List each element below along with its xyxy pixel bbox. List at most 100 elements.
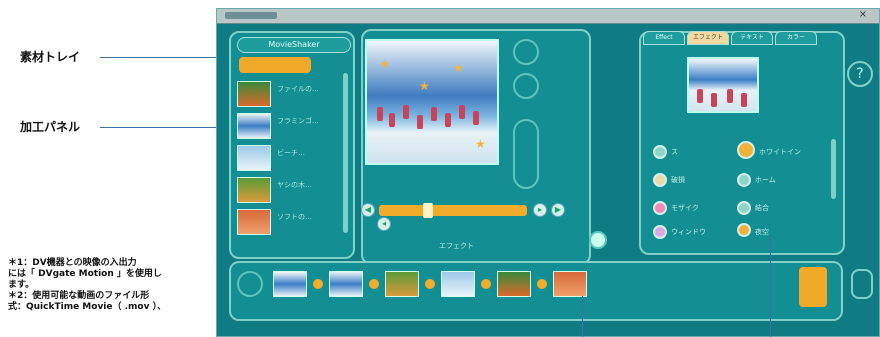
storyboard-clip[interactable] [273,271,307,297]
tray-item[interactable]: ビーチ… [237,145,345,173]
storyboard-end-button[interactable] [799,267,827,307]
star-icon: ★ [475,137,486,151]
tray-item[interactable]: ヤシの木… [237,177,345,205]
tray-scrollbar[interactable] [343,73,348,233]
tray-tab[interactable]: MovieShaker [237,37,351,53]
callout-material-tray: 素材トレイ [20,50,81,64]
star-icon: ★ [419,79,430,93]
storyboard-start-icon[interactable] [237,271,263,297]
tray-item-label: ヤシの木… [277,181,312,189]
flamingo [403,105,409,119]
tray-item-label: ソフトの… [277,213,312,221]
tray-open-button[interactable] [239,57,311,73]
thumbnail [237,177,271,203]
effect-label: 夜空 [755,228,769,236]
effect-label: ウィンドウ [671,228,706,236]
storyboard-clip[interactable] [329,271,363,297]
star-icon: ★ [379,57,390,71]
tab-text[interactable]: テキスト [731,31,773,45]
storyboard [229,261,843,321]
transition-icon[interactable] [537,279,547,289]
app-icon [225,12,277,19]
edit-panel-scrollbar[interactable] [831,139,836,199]
deco-dial [513,73,539,99]
flamingo [473,111,479,125]
footnote-line: ＊2：使用可能な動画のファイル形 [8,291,150,301]
effect-option[interactable] [737,141,755,159]
effect-option[interactable] [653,145,667,159]
flamingo [377,107,383,121]
thumbnail [237,145,271,171]
rewind-button[interactable]: ◀ [361,203,375,217]
tray-item[interactable]: ソフトの… [237,209,345,237]
flamingo [389,113,395,127]
flamingo [711,93,717,107]
transition-icon[interactable] [369,279,379,289]
effect-label: 結合 [755,204,769,212]
thumbnail [237,81,271,107]
storyboard-clip[interactable] [441,271,475,297]
title-bar: × [217,9,879,24]
tray-item-label: ビーチ… [277,149,305,157]
storyboard-clip[interactable] [497,271,531,297]
footnote-line: ます。 [8,280,35,290]
help-icon[interactable]: ? [847,61,873,87]
effect-preview [687,57,759,113]
deco-dial [513,119,539,189]
flamingo [727,89,733,103]
fast-forward-button[interactable]: ▶ [551,203,565,217]
timeline-slider[interactable] [379,203,527,218]
callout-line-material-tray [100,57,230,58]
tab-effects[interactable]: エフェクト [687,31,729,45]
callout-edit-panel: 加工パネル [20,120,81,134]
star-icon: ★ [453,61,464,75]
flamingo [431,107,437,121]
flamingo [417,115,423,129]
thumbnail [237,113,271,139]
transition-icon[interactable] [425,279,435,289]
preview-viewer: ★ ★ ★ ★ [365,39,499,165]
tray-item[interactable]: ファイルの… [237,81,345,109]
step-forward-button[interactable]: ▸ [533,203,547,217]
effect-option[interactable] [737,173,751,187]
deco-dial [513,39,539,65]
effect-label: モザイク [671,204,699,212]
footnotes: ＊1：DV機器との映像の入出力 には「 DVgate Motion 」を使用し … [8,258,216,313]
effect-label: 破損 [671,176,685,184]
effect-label: ホーム [755,176,776,184]
footnote-line: には「 DVgate Motion 」を使用し [8,269,162,279]
flamingo [445,113,451,127]
play-button[interactable] [589,231,607,249]
step-back-button[interactable]: ◂ [377,217,391,231]
flamingo [459,105,465,119]
tray-item[interactable]: フラミンゴ… [237,113,345,141]
effect-option[interactable] [737,223,751,237]
tab-effect[interactable]: Effect [643,31,685,45]
effect-label: ホワイトイン [759,148,801,156]
footnote-line: 式：QuickTime Movie（ .mov ）、 [8,302,167,312]
timeline-label: エフェクト [439,242,474,250]
effect-option[interactable] [653,225,667,239]
tab-color[interactable]: カラー [775,31,817,45]
movieshaker-window: × MovieShaker ファイルの… フラミンゴ… ビーチ… ヤシの木… ソ… [216,8,880,337]
footnote-line: ＊1：DV機器との映像の入出力 [8,258,137,268]
transition-icon[interactable] [481,279,491,289]
effect-label: ス [671,148,678,156]
flamingo [697,89,703,103]
flamingo [741,93,747,107]
storyboard-clip[interactable] [553,271,587,297]
effect-option[interactable] [737,201,751,215]
leader-line [770,234,771,337]
close-icon[interactable]: × [857,9,869,21]
transition-icon[interactable] [313,279,323,289]
tray-item-label: フラミンゴ… [277,117,319,125]
trash-icon[interactable] [851,269,873,299]
effect-option[interactable] [653,201,667,215]
storyboard-clip[interactable] [385,271,419,297]
material-tray: MovieShaker ファイルの… フラミンゴ… ビーチ… ヤシの木… ソフト… [229,31,355,259]
timeline-slider-knob[interactable] [423,203,433,218]
leader-line [582,296,583,337]
effect-option[interactable] [653,173,667,187]
tray-item-label: ファイルの… [277,85,319,93]
thumbnail [237,209,271,235]
